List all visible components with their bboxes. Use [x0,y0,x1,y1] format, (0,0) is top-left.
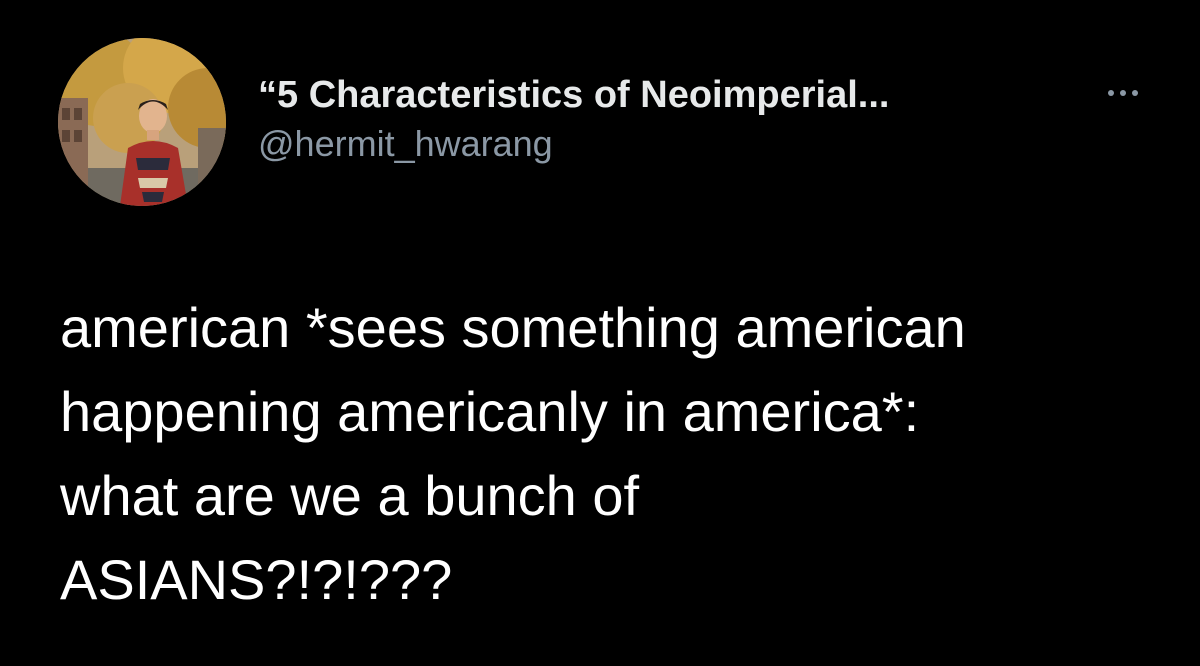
tweet-header: “5 Characteristics of Neoimperial... @he… [58,38,1148,208]
avatar[interactable] [58,38,226,206]
more-options-button[interactable] [1098,78,1148,108]
more-horizontal-icon [1108,90,1138,96]
tweet-text-line: american *sees something american [60,296,966,359]
tweet-text-line: what are we a bunch of [60,464,640,527]
tweet-text-line: happening americanly in america*: [60,380,920,443]
author-handle[interactable]: @hermit_hwarang [258,122,1078,166]
tweet: “5 Characteristics of Neoimperial... @he… [0,0,1200,666]
tweet-text-line: ASIANS?!?!??? [60,548,453,611]
author-display-name[interactable]: “5 Characteristics of Neoimperial... [258,72,1078,118]
avatar-photo-icon [58,38,226,206]
tweet-text: american *sees something american happen… [60,286,1160,622]
author-info: “5 Characteristics of Neoimperial... @he… [258,72,1078,166]
